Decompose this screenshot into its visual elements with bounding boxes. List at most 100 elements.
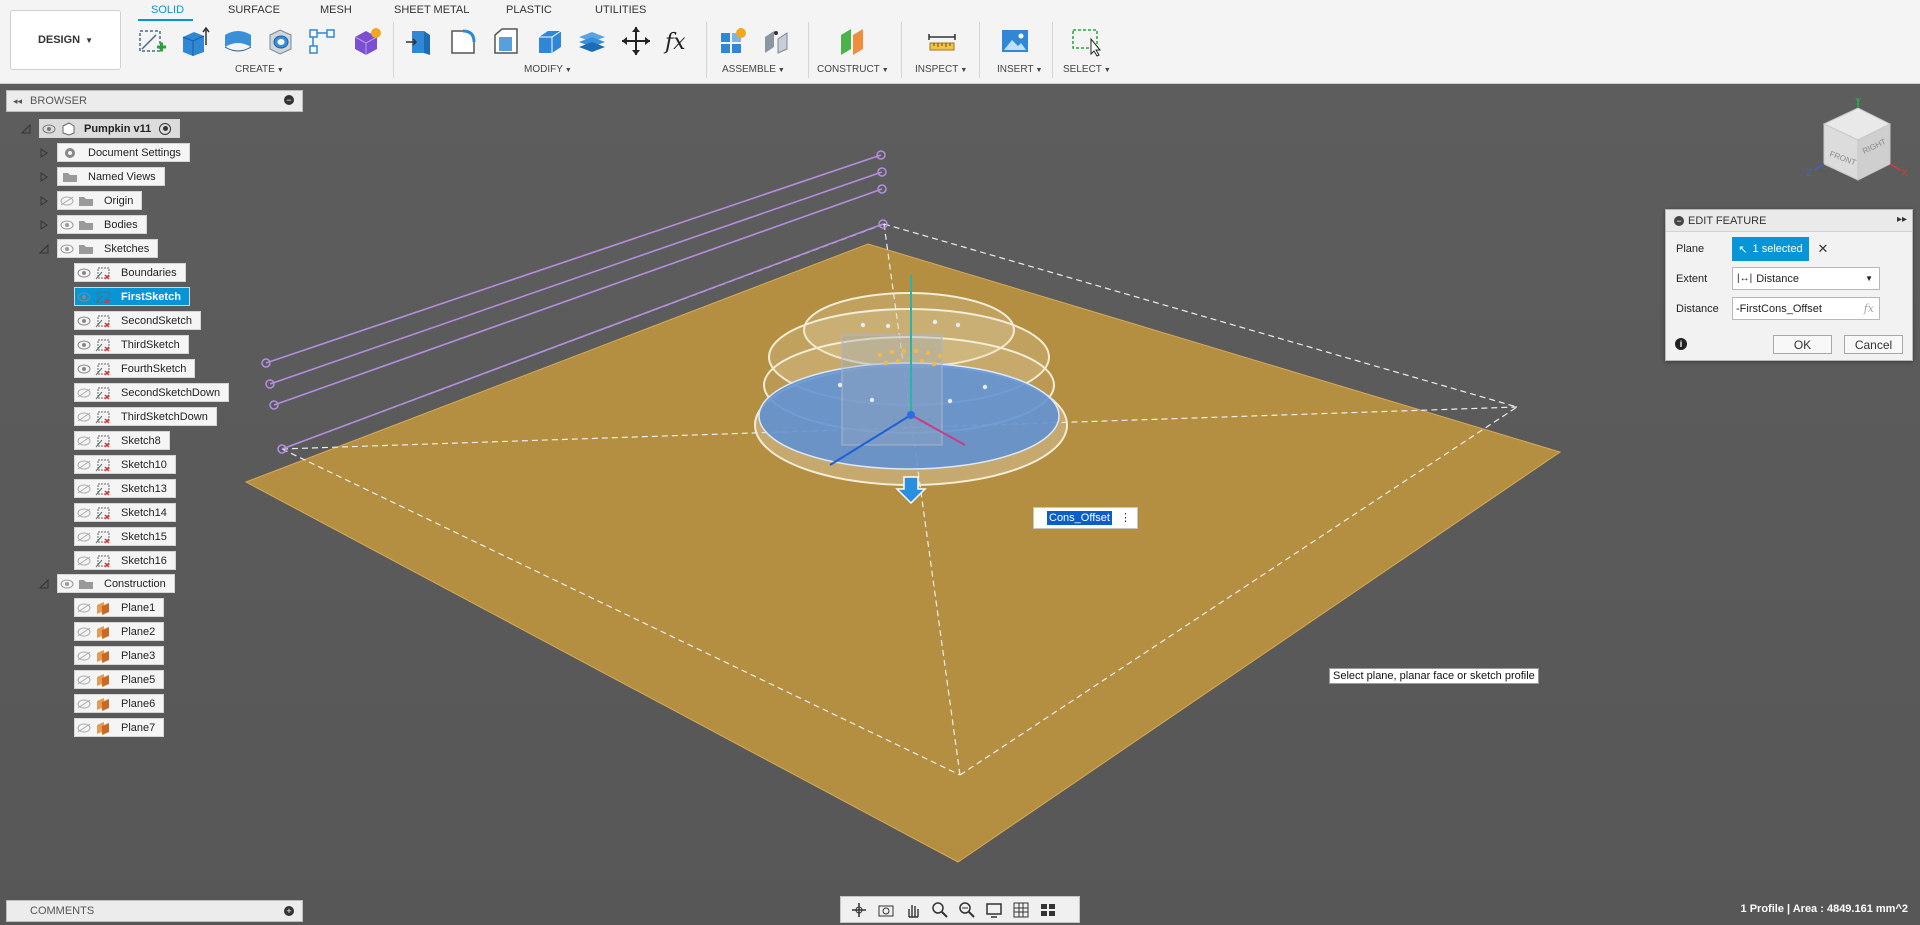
- sketch-item[interactable]: SecondSketchDown: [74, 383, 230, 402]
- eye-hidden-icon[interactable]: [75, 647, 93, 664]
- tree-item-named-views[interactable]: Named Views: [38, 167, 165, 186]
- ok-button[interactable]: OK: [1773, 335, 1832, 354]
- create-form-icon[interactable]: [349, 24, 383, 58]
- revolve-icon[interactable]: [221, 24, 255, 58]
- plane-item[interactable]: Plane1: [74, 598, 165, 617]
- named-views-box[interactable]: Named Views: [57, 167, 165, 186]
- eye-hidden-icon[interactable]: [58, 192, 76, 209]
- select-window-icon[interactable]: [1069, 24, 1103, 58]
- look-at-icon[interactable]: [874, 899, 897, 920]
- collapse-panel-icon[interactable]: ◂◂: [13, 96, 22, 107]
- sketch-item[interactable]: SecondSketch: [74, 311, 201, 330]
- sketch-item-box[interactable]: Boundaries: [74, 263, 186, 282]
- eye-hidden-icon[interactable]: [75, 623, 93, 640]
- sketch-item[interactable]: ThirdSketch: [74, 335, 189, 354]
- zoom-icon[interactable]: [928, 899, 951, 920]
- eye-hidden-icon[interactable]: [75, 528, 93, 545]
- sketch-item[interactable]: Sketch13: [74, 479, 176, 498]
- insert-image-icon[interactable]: [998, 24, 1032, 58]
- model-scene[interactable]: [0, 85, 1920, 925]
- plane-item-box[interactable]: Plane6: [74, 694, 165, 713]
- extent-dropdown[interactable]: |↔| Distance ▼: [1732, 267, 1880, 290]
- eye-hidden-icon[interactable]: [75, 671, 93, 688]
- plane-item-box[interactable]: Plane3: [74, 646, 165, 665]
- tree-item-construction[interactable]: Construction: [38, 574, 175, 593]
- orbit-icon[interactable]: [847, 899, 870, 920]
- eye-icon[interactable]: [58, 240, 76, 257]
- change-parameters-icon[interactable]: fx: [662, 24, 696, 58]
- edit-feature-header[interactable]: − EDIT FEATURE ▸▸: [1666, 210, 1912, 232]
- plane-item-box[interactable]: Plane1: [74, 598, 165, 617]
- pan-hand-icon[interactable]: [901, 899, 924, 920]
- chamfer-icon[interactable]: [489, 24, 523, 58]
- combine-icon[interactable]: [575, 24, 609, 58]
- shell-icon[interactable]: [533, 24, 567, 58]
- joint-icon[interactable]: [759, 24, 793, 58]
- eye-icon[interactable]: [40, 120, 58, 137]
- eye-hidden-icon[interactable]: [75, 719, 93, 736]
- cancel-button[interactable]: Cancel: [1844, 335, 1903, 354]
- construction-box[interactable]: Construction: [57, 574, 175, 593]
- eye-icon[interactable]: [75, 312, 93, 329]
- press-pull-icon[interactable]: [403, 24, 437, 58]
- sketch-item[interactable]: Sketch16: [74, 551, 176, 570]
- offset-plane-icon[interactable]: [836, 24, 870, 58]
- sketch-item-box[interactable]: Sketch8: [74, 431, 170, 450]
- collapse-dialog-icon[interactable]: −: [1674, 215, 1684, 226]
- distance-input[interactable]: [1732, 297, 1880, 320]
- info-icon[interactable]: i: [1675, 338, 1687, 350]
- display-settings-icon[interactable]: [982, 899, 1005, 920]
- viewports-icon[interactable]: [1036, 899, 1059, 920]
- eye-hidden-icon[interactable]: [75, 695, 93, 712]
- sketch-item-box[interactable]: Sketch15: [74, 527, 176, 546]
- sketch-item-box[interactable]: Sketch13: [74, 479, 176, 498]
- expand-arrow-icon[interactable]: [38, 171, 50, 183]
- collapse-arrow-icon[interactable]: [20, 123, 32, 135]
- eye-icon[interactable]: [58, 216, 76, 233]
- grid-icon[interactable]: [1009, 899, 1032, 920]
- eye-hidden-icon[interactable]: [75, 504, 93, 521]
- plane-item[interactable]: Plane2: [74, 622, 165, 641]
- plane-item[interactable]: Plane3: [74, 646, 165, 665]
- collapse-arrow-icon[interactable]: [38, 243, 50, 255]
- sketch-item[interactable]: FirstSketch: [74, 287, 190, 306]
- eye-hidden-icon[interactable]: [75, 408, 93, 425]
- rectangular-pattern-icon[interactable]: [305, 24, 339, 58]
- sketch-item-box[interactable]: FirstSketch: [74, 287, 190, 306]
- sketch-item-box[interactable]: Sketch10: [74, 455, 176, 474]
- tab-mesh[interactable]: MESH: [320, 4, 352, 16]
- workspace-switcher[interactable]: DESIGN ▼: [10, 10, 121, 70]
- new-component-icon[interactable]: [716, 24, 750, 58]
- eye-hidden-icon[interactable]: [75, 599, 93, 616]
- floating-distance-input[interactable]: Cons_Offset ⋮: [1033, 507, 1138, 529]
- plane-item-box[interactable]: Plane7: [74, 718, 165, 737]
- modify-menu[interactable]: MODIFY ▼: [524, 64, 572, 75]
- eye-hidden-icon[interactable]: [75, 552, 93, 569]
- viewcube[interactable]: FRONT RIGHT Z Y X: [1806, 96, 1916, 196]
- collapse-arrow-icon[interactable]: [38, 578, 50, 590]
- sketch-item[interactable]: Sketch15: [74, 527, 176, 546]
- browser-options-icon[interactable]: −: [284, 95, 294, 105]
- plane-item[interactable]: Plane7: [74, 718, 165, 737]
- eye-icon[interactable]: [75, 264, 93, 281]
- sketch-item-box[interactable]: ThirdSketch: [74, 335, 189, 354]
- select-menu[interactable]: SELECT ▼: [1063, 64, 1111, 75]
- fx-button[interactable]: fx: [1864, 302, 1874, 315]
- plane-item[interactable]: Plane6: [74, 694, 165, 713]
- sketch-item-box[interactable]: SecondSketchDown: [74, 383, 230, 402]
- origin-box[interactable]: Origin: [57, 191, 143, 210]
- tree-item-document-settings[interactable]: Document Settings: [38, 143, 190, 162]
- activate-radio-icon[interactable]: [159, 122, 172, 135]
- insert-menu[interactable]: INSERT ▼: [997, 64, 1042, 75]
- sketch-item-box[interactable]: SecondSketch: [74, 311, 201, 330]
- sketch-item[interactable]: Sketch14: [74, 503, 176, 522]
- expand-arrow-icon[interactable]: [38, 219, 50, 231]
- sketch-item[interactable]: Boundaries: [74, 263, 186, 282]
- plane-selection-button[interactable]: ↖ 1 selected: [1732, 237, 1809, 261]
- add-comment-icon[interactable]: +: [284, 906, 294, 916]
- tab-utilities[interactable]: UTILITIES: [595, 4, 646, 16]
- tree-item-sketches[interactable]: Sketches: [38, 239, 159, 258]
- expand-arrow-icon[interactable]: [38, 147, 50, 159]
- hole-icon[interactable]: [263, 24, 297, 58]
- floating-input-value[interactable]: Cons_Offset: [1047, 511, 1112, 525]
